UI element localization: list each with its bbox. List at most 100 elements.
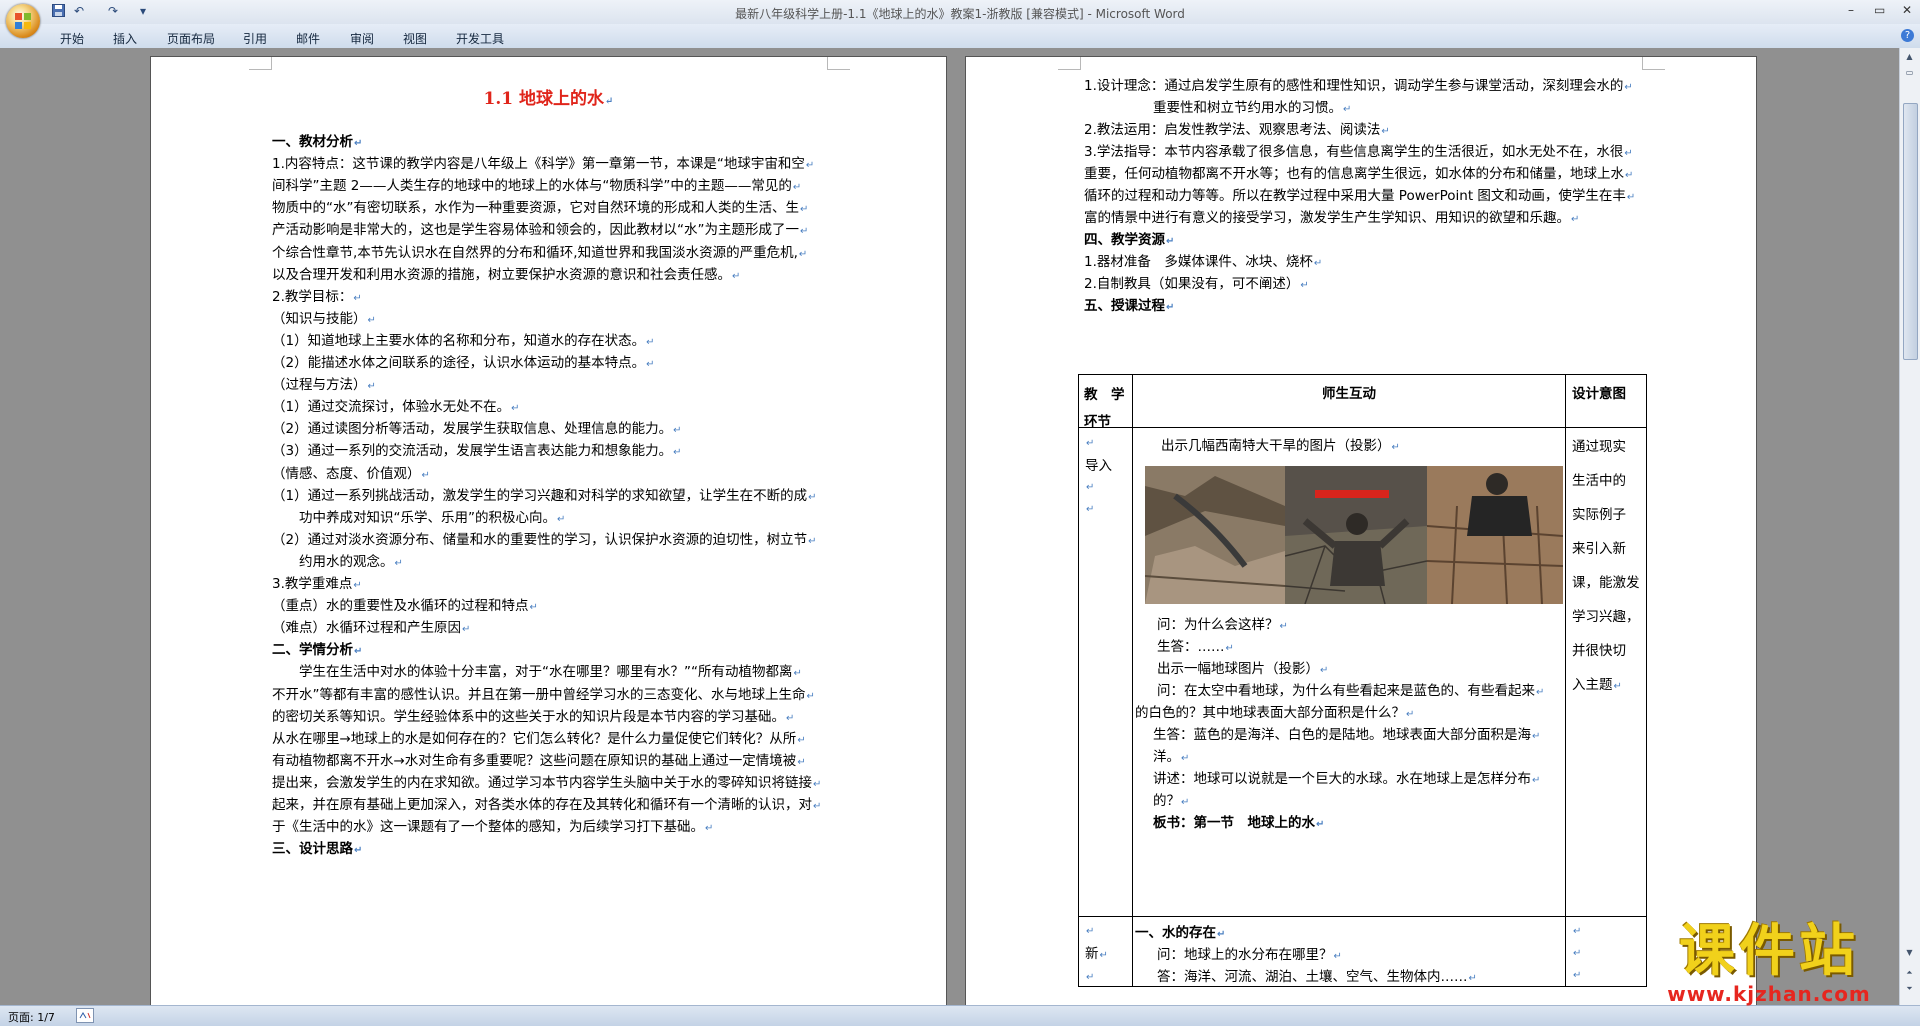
tab-home[interactable]: 开始 xyxy=(60,30,84,47)
paragraph-line: 从水在哪里→地球上的水是如何存在的？它们怎么转化？是什么力量促使它们转化？从所↵ xyxy=(272,730,806,747)
intent-line: 实际例子 xyxy=(1572,507,1626,523)
close-button[interactable]: ✕ xyxy=(1902,3,1912,17)
paragraph-line: 功中养成对知识“乐学、乐用”的积极心向。↵ xyxy=(299,509,566,526)
paragraph-line: 3.学法指导：本节内容承载了很多信息，有些信息离学生的生活很近，如水无处不在，水… xyxy=(1084,144,1633,160)
paragraph-mark-icon: ↵ xyxy=(786,712,795,724)
office-button[interactable] xyxy=(6,4,40,38)
paragraph-mark-icon: ↵ xyxy=(462,624,471,636)
proofing-icon[interactable] xyxy=(76,1008,94,1023)
interaction-line: 生答：蓝色的是海洋、白色的是陆地。地球表面大部分面积是海↵ xyxy=(1153,727,1541,743)
paragraph-line: （重点）水的重要性及水循环的过程和特点↵ xyxy=(272,598,538,615)
paragraph-line: 2.教学目标：↵ xyxy=(272,288,362,305)
lesson-process-table: 教 学环节 师生互动 设计意图 ↵ 导入 ↵ ↵ 出示几幅西南特大干旱的图片（投… xyxy=(1078,374,1647,987)
interaction-line: 生答：……↵ xyxy=(1157,639,1234,655)
paragraph-line: 重要性和树立节约用水的习惯。↵ xyxy=(1153,100,1352,116)
paragraph-mark-icon: ↵ xyxy=(813,778,822,790)
paragraph-mark-icon: ↵ xyxy=(705,823,714,835)
intent-cell-new: ↵ ↵ ↵ xyxy=(1565,916,1647,987)
intent-line: 并很快切 xyxy=(1572,643,1626,659)
paragraph-line: 产活动影响是非常大的，这也是学生容易体验和领会的，因此教材以“水”为主题形成了一… xyxy=(272,222,809,239)
document-page-2[interactable]: 1.设计理念：通过启发学生原有的感性和理性知识，调动学生参与课堂活动，深刻理会水… xyxy=(965,56,1757,1007)
paragraph-mark-icon: ↵ xyxy=(800,204,809,216)
intent-cell-intro: 通过现实 生活中的 实际例子 来引入新 课，能激发 学习兴趣， 并很快切 入主题↵ xyxy=(1565,427,1647,917)
ruler-toggle-icon[interactable]: ▭ xyxy=(1903,68,1916,80)
paragraph-mark-icon: ↵ xyxy=(732,270,741,282)
stage-cell-new: ↵ 新↵ ↵ xyxy=(1078,916,1133,987)
paragraph-line: 于《生活中的水》这一课题有了一个整体的感知，为后续学习打下基础。↵ xyxy=(272,819,714,836)
page-count[interactable]: 页面: 1/7 xyxy=(8,1009,55,1025)
tab-review[interactable]: 审阅 xyxy=(350,30,374,47)
tab-references[interactable]: 引用 xyxy=(243,30,267,47)
paragraph-line: 不开水”等都有丰富的感性认识。并且在第一册中曾经学习水的三态变化、水与地球上生命… xyxy=(272,686,815,703)
paragraph-mark-icon: ↵ xyxy=(808,535,817,547)
tab-mailings[interactable]: 邮件 xyxy=(296,30,320,47)
scroll-up-icon[interactable]: ▲ xyxy=(1903,52,1916,64)
paragraph-mark-icon: ↵ xyxy=(806,690,815,702)
interaction-line: 的白色的？其中地球表面大部分面积是什么？↵ xyxy=(1135,705,1415,721)
intent-line: 入主题↵ xyxy=(1572,677,1622,693)
minimize-button[interactable]: – xyxy=(1848,3,1854,17)
paragraph-line: （1）通过一系列挑战活动，激发学生的学习兴趣和对科学的求知欲望，让学生在不断的成… xyxy=(272,487,817,504)
intent-line: 通过现实 xyxy=(1572,439,1626,455)
paragraph-line: （3）通过一系列的交流活动，发展学生语言表达能力和想象能力。↵ xyxy=(272,443,682,460)
paragraph-mark-icon: ↵ xyxy=(354,845,363,857)
paragraph-mark-icon: ↵ xyxy=(1532,731,1541,742)
paragraph-mark-icon: ↵ xyxy=(1225,643,1234,654)
crop-mark xyxy=(249,57,272,70)
paragraph-mark-icon: ↵ xyxy=(805,160,815,172)
interaction-line: 的？↵ xyxy=(1153,793,1190,809)
document-title: 1.1 地球上的水↵ xyxy=(483,89,614,109)
drought-photo-2 xyxy=(1285,466,1427,604)
drought-photo-3 xyxy=(1427,466,1563,604)
paragraph-line: （知识与技能）↵ xyxy=(272,310,376,327)
crop-mark xyxy=(827,57,850,70)
paragraph-line: 1.器材准备 多媒体课件、冰块、烧杯↵ xyxy=(1084,254,1323,270)
tab-view[interactable]: 视图 xyxy=(403,30,427,47)
interaction-line: 问：在太空中看地球，为什么有些看起来是蓝色的、有些看起来↵ xyxy=(1157,683,1545,699)
scroll-down-icon[interactable]: ▼ xyxy=(1903,948,1916,960)
restore-button[interactable]: ▭ xyxy=(1874,3,1885,17)
paragraph-mark-icon: ↵ xyxy=(1181,797,1190,808)
table-header-intent: 设计意图 xyxy=(1565,374,1647,428)
paragraph-mark-icon: ↵ xyxy=(798,248,808,260)
tab-developer[interactable]: 开发工具 xyxy=(456,30,504,47)
paragraph-mark-icon: ↵ xyxy=(800,226,809,238)
crop-mark xyxy=(1642,57,1665,70)
paragraph-mark-icon: ↵ xyxy=(1316,819,1325,830)
paragraph-line: 学生在生活中对水的体验十分丰富，对于“水在哪里？哪里有水？”“所有动植物都离↵ xyxy=(299,664,802,681)
document-page-1[interactable]: 1.1 地球上的水↵ 一、教材分析↵ 1.内容特点：这节课的教学内容是八年级上《科… xyxy=(150,56,947,1007)
tab-page-layout[interactable]: 页面布局 xyxy=(167,30,215,47)
watermark-url: www.kjzhan.com xyxy=(1667,982,1871,1006)
paragraph-mark-icon: ↵ xyxy=(1613,681,1622,692)
paragraph-mark-icon: ↵ xyxy=(354,138,363,149)
next-page-icon[interactable]: ⏷ xyxy=(1903,984,1916,996)
section-heading: 一、教材分析↵ xyxy=(272,134,363,150)
section-heading: 五、授课过程↵ xyxy=(1084,298,1175,314)
paragraph-mark-icon: ↵ xyxy=(1391,442,1400,453)
paragraph-mark-icon: ↵ xyxy=(367,381,376,393)
help-icon[interactable]: ? xyxy=(1901,29,1914,42)
paragraph-mark-icon: ↵ xyxy=(394,557,403,569)
scrollbar-thumb[interactable] xyxy=(1903,103,1918,360)
paragraph-line: 有动植物都离不开水→水对生命有多重要呢？这些问题在原知识的基础上通过一定情境被↵ xyxy=(272,752,806,769)
interaction-line: 问：地球上的水分布在哪里？↵ xyxy=(1157,947,1342,963)
paragraph-mark-icon: ↵ xyxy=(1181,753,1190,764)
interaction-line: 一、水的存在↵ xyxy=(1135,925,1226,941)
paragraph-mark-icon: ↵ xyxy=(646,336,655,348)
paragraph-line: （1）通过交流探讨，体验水无处不在。↵ xyxy=(272,399,520,416)
paragraph-line: 富的情景中进行有意义的接受学习，激发学生产生学知识、用知识的欲望和乐趣。↵ xyxy=(1084,210,1580,226)
paragraph-line: 间科学”主题 2——人类生存的地球中的地球上的水体与“物质科学”中的主题——常见… xyxy=(272,178,802,195)
vertical-scrollbar[interactable]: ▲ ▭ ▼ ⏶ ⏷ xyxy=(1899,48,1920,1005)
previous-page-icon[interactable]: ⏶ xyxy=(1903,968,1916,980)
interaction-line: 出示一幅地球图片（投影）↵ xyxy=(1157,661,1329,677)
table-header-interaction: 师生互动 xyxy=(1132,374,1566,428)
intent-line: 学习兴趣， xyxy=(1572,609,1640,625)
paragraph-line: 重要，任何动植物都离不开水等；也有的信息离学生很远，如水体的分布和储量，地球上水… xyxy=(1084,166,1634,182)
paragraph-mark-icon: ↵ xyxy=(1320,665,1329,676)
paragraph-line: 约用水的观念。↵ xyxy=(299,553,403,570)
paragraph-mark-icon: ↵ xyxy=(1624,148,1633,159)
watermark-logo: 课件站 www.kjzhan.com xyxy=(1644,922,1894,1007)
tab-insert[interactable]: 插入 xyxy=(113,30,137,47)
paragraph-mark-icon: ↵ xyxy=(792,182,802,194)
paragraph-mark-icon: ↵ xyxy=(797,756,806,768)
